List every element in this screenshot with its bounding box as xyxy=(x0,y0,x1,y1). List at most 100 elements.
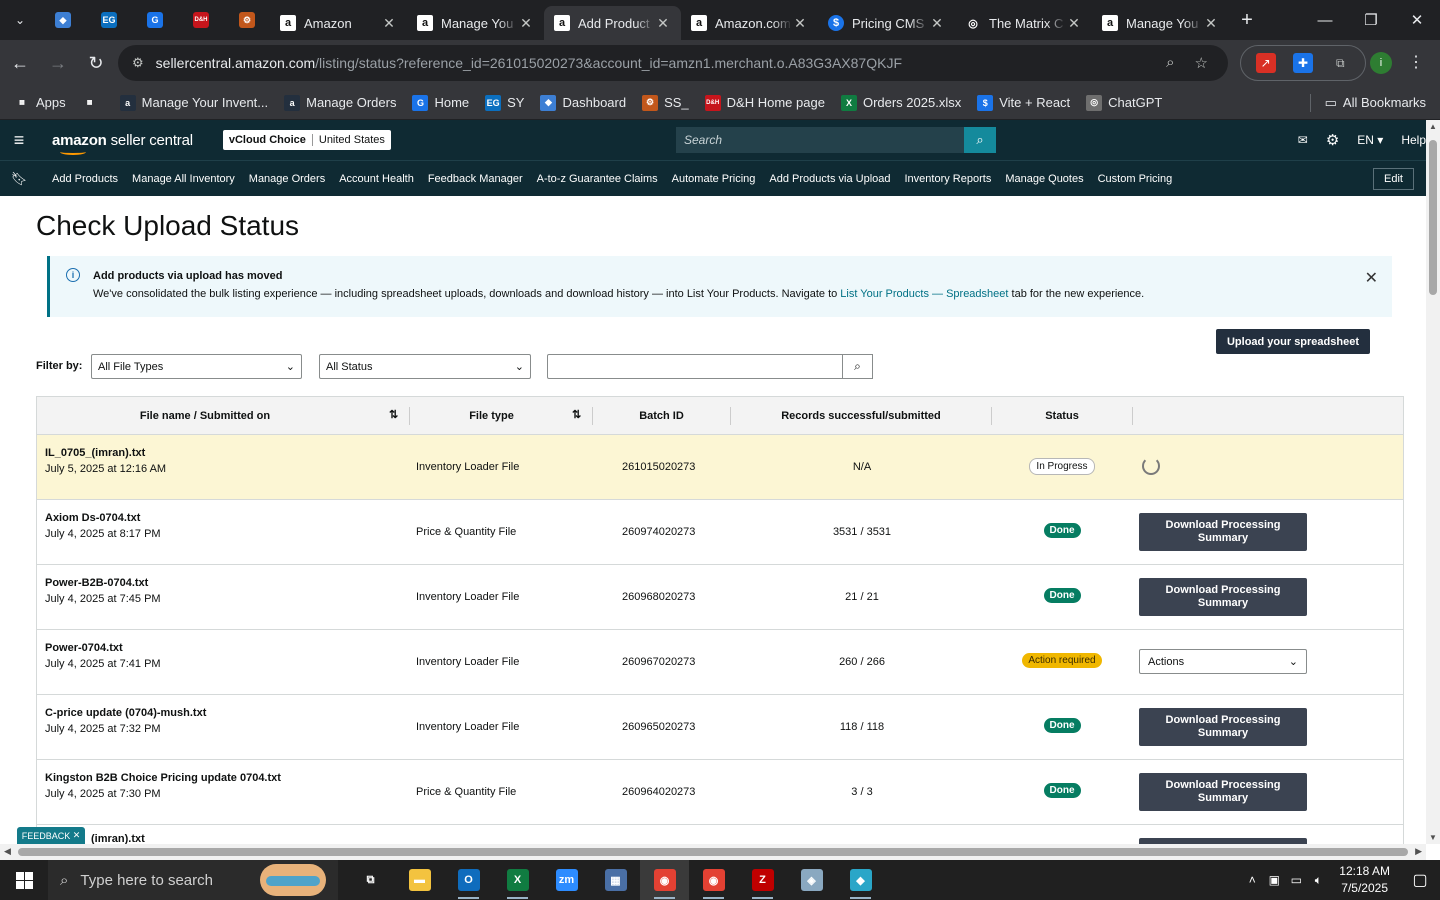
file-name[interactable]: Kingston B2B Choice Pricing update 0704.… xyxy=(45,772,281,784)
horizontal-scrollbar[interactable]: ◀ ▶ xyxy=(0,844,1426,860)
scroll-right-arrow-icon[interactable]: ▶ xyxy=(1415,846,1422,857)
language-selector[interactable]: EN ▾ xyxy=(1357,133,1383,147)
horizontal-scroll-thumb[interactable] xyxy=(18,848,1408,856)
bookmark-item[interactable]: ⚙ SS_ xyxy=(642,94,689,111)
extension-blue-icon[interactable]: ✚ xyxy=(1292,53,1313,73)
taskbar-app[interactable]: ◈ xyxy=(787,860,836,900)
store-switcher[interactable]: vCloud Choice United States xyxy=(222,130,391,150)
pinned-tab[interactable]: ◆ xyxy=(40,0,86,40)
bookmark-item[interactable]: $ Vite + React xyxy=(977,94,1070,111)
scroll-down-arrow-icon[interactable]: ▼ xyxy=(1428,833,1438,842)
clock[interactable]: 12:18 AM 7/5/2025 xyxy=(1339,863,1390,897)
close-tab-icon[interactable]: ✕ xyxy=(929,15,945,32)
header-search-input[interactable]: Search xyxy=(676,127,964,153)
bookmark-item[interactable]: EG SY xyxy=(485,94,524,111)
pinned-tab[interactable]: ⚙ xyxy=(224,0,270,40)
volume-icon[interactable]: 🔈︎ xyxy=(1307,873,1329,888)
address-bar[interactable]: ⚙ sellercentral.amazon.com/listing/statu… xyxy=(118,45,1228,81)
close-feedback-icon[interactable]: ✕ xyxy=(73,830,81,841)
zoom-icon[interactable]: ⌕ xyxy=(1166,54,1174,72)
upload-spreadsheet-button[interactable]: Upload your spreadsheet xyxy=(1216,329,1370,354)
new-tab-button[interactable]: + xyxy=(1229,0,1265,40)
tray-app-icon[interactable]: ▣ xyxy=(1263,873,1285,887)
nav-item[interactable]: Inventory Reports xyxy=(905,173,992,185)
nav-item[interactable]: Custom Pricing xyxy=(1098,173,1173,185)
file-name[interactable]: Power-B2B-0704.txt xyxy=(45,577,148,589)
browser-tab[interactable]: a Amazon ✕ xyxy=(270,6,407,40)
close-tab-icon[interactable]: ✕ xyxy=(655,15,671,32)
bookmark-item[interactable]: G Home xyxy=(412,94,469,111)
file-name[interactable]: Power-0704.txt xyxy=(45,642,123,654)
nav-item[interactable]: Add Products via Upload xyxy=(769,173,890,185)
file-name[interactable]: Axiom Ds-0704.txt xyxy=(45,512,140,524)
network-icon[interactable]: ▭ xyxy=(1285,873,1307,887)
taskbar-app[interactable]: ▬ xyxy=(395,860,444,900)
scroll-left-arrow-icon[interactable]: ◀ xyxy=(4,846,11,857)
taskbar-app[interactable]: ▦ xyxy=(591,860,640,900)
seller-central-logo[interactable]: amazon seller central xyxy=(52,132,193,155)
bookmark-item[interactable]: a Manage Orders xyxy=(284,94,396,111)
taskbar-app[interactable]: X xyxy=(493,860,542,900)
table-search-button[interactable]: ⌕ xyxy=(842,354,873,379)
list-your-products-link[interactable]: List Your Products — Spreadsheet xyxy=(840,288,1008,300)
profile-avatar[interactable]: i xyxy=(1370,52,1392,74)
nav-item[interactable]: A-to-z Guarantee Claims xyxy=(537,173,658,185)
nav-bookmark-icon[interactable]: 🔖︎ xyxy=(0,171,38,187)
back-button[interactable]: ← xyxy=(2,45,38,81)
bookmark-star-icon[interactable]: ☆ xyxy=(1195,54,1208,72)
browser-tab[interactable]: a Add Product ✕ xyxy=(544,6,681,40)
nav-item[interactable]: Automate Pricing xyxy=(672,173,756,185)
sort-icon[interactable]: ⇅ xyxy=(389,408,398,421)
taskbar-app[interactable]: ⧉ xyxy=(346,860,395,900)
taskbar-app[interactable]: O xyxy=(444,860,493,900)
file-type-filter[interactable]: All File Types ⌄ xyxy=(91,354,302,379)
close-tab-icon[interactable]: ✕ xyxy=(792,15,808,32)
all-bookmarks[interactable]: ▭ All Bookmarks xyxy=(1325,95,1426,111)
file-name[interactable]: IL_0705_(imran).txt xyxy=(45,447,145,459)
bookmark-item[interactable]: ▦ xyxy=(82,95,104,111)
reload-button[interactable]: ↻ xyxy=(78,45,114,81)
nav-item[interactable]: Feedback Manager xyxy=(428,173,523,185)
close-tab-icon[interactable]: ✕ xyxy=(1203,15,1219,32)
minimize-button[interactable]: — xyxy=(1302,0,1348,40)
nav-item[interactable]: Manage Orders xyxy=(249,173,325,185)
close-window-button[interactable]: ✕ xyxy=(1394,0,1440,40)
bookmark-item[interactable]: ◆ Dashboard xyxy=(540,94,626,111)
pinned-tab[interactable]: EG xyxy=(86,0,132,40)
nav-item[interactable]: Manage All Inventory xyxy=(132,173,235,185)
table-search-input[interactable] xyxy=(547,354,843,379)
browser-tab[interactable]: a Amazon.com ✕ xyxy=(681,6,818,40)
header-search-button[interactable]: ⌕ xyxy=(964,127,996,153)
bookmark-item[interactable]: ◎ ChatGPT xyxy=(1086,94,1162,111)
vertical-scroll-thumb[interactable] xyxy=(1429,140,1437,295)
taskbar-app[interactable]: ◉ xyxy=(640,860,689,900)
download-summary-button[interactable]: Download Processing Summary xyxy=(1139,708,1307,746)
browser-tab[interactable]: a Manage You ✕ xyxy=(407,6,544,40)
close-tab-icon[interactable]: ✕ xyxy=(1066,15,1082,32)
close-tab-icon[interactable]: ✕ xyxy=(518,15,534,32)
browser-menu-icon[interactable]: ⋮ xyxy=(1408,52,1424,72)
browser-tab[interactable]: a Manage You ✕ xyxy=(1092,6,1229,40)
restore-button[interactable]: ❐ xyxy=(1348,0,1394,40)
pinned-tab[interactable]: D&H xyxy=(178,0,224,40)
browser-tab[interactable]: ◎ The Matrix C ✕ xyxy=(955,6,1092,40)
download-summary-button[interactable]: Download Processing Summary xyxy=(1139,513,1307,551)
settings-gear-icon[interactable]: ⚙ xyxy=(1326,131,1339,149)
file-name[interactable]: C-price update (0704)-mush.txt xyxy=(45,707,206,719)
help-link[interactable]: Help xyxy=(1401,133,1426,147)
nav-item[interactable]: Manage Quotes xyxy=(1005,173,1083,185)
forward-button[interactable]: → xyxy=(40,45,76,81)
notifications-icon[interactable]: ▢ xyxy=(1400,870,1440,890)
taskbar-app[interactable]: ◆ xyxy=(836,860,885,900)
close-tab-icon[interactable]: ✕ xyxy=(381,15,397,32)
tab-search-chevron-icon[interactable]: ⌄ xyxy=(0,0,40,40)
extensions-puzzle-icon[interactable]: ⧉ xyxy=(1330,53,1350,73)
sort-icon[interactable]: ⇅ xyxy=(572,408,581,421)
status-filter[interactable]: All Status ⌄ xyxy=(319,354,531,379)
scroll-up-arrow-icon[interactable]: ▲ xyxy=(1428,122,1438,131)
vertical-scrollbar[interactable]: ▲ ▼ xyxy=(1426,120,1440,844)
nav-edit-button[interactable]: Edit xyxy=(1373,168,1414,190)
feedback-tab[interactable]: FEEDBACK ✕ xyxy=(17,827,85,844)
tray-chevron-icon[interactable]: ˄ xyxy=(1241,873,1263,887)
hamburger-menu-icon[interactable]: ≡ xyxy=(0,130,38,151)
